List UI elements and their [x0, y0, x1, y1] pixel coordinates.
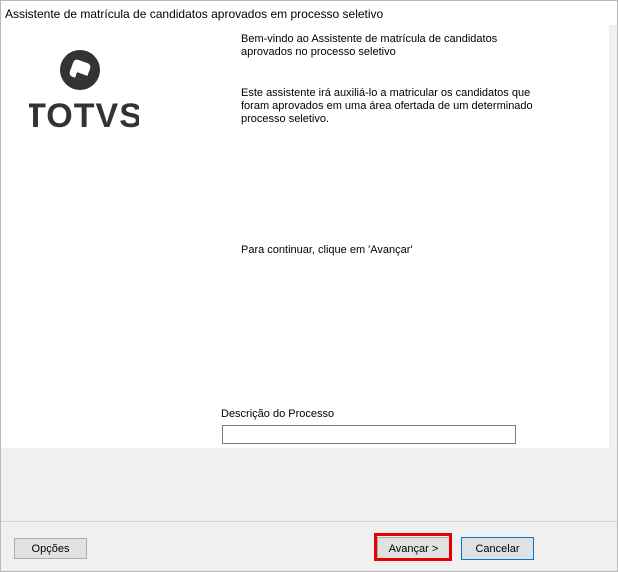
cancel-button[interactable]: Cancelar	[461, 537, 534, 560]
title-bar: Assistente de matrícula de candidatos ap…	[1, 1, 617, 25]
process-description-label: Descrição do Processo	[221, 408, 335, 420]
options-button[interactable]: Opções	[14, 538, 87, 559]
continue-instruction: Para continuar, clique em 'Avançar'	[241, 244, 413, 256]
welcome-description: Este assistente irá auxiliá-lo a matricu…	[241, 87, 561, 126]
totvs-logo-icon: TOTVS	[29, 50, 139, 133]
welcome-description-line-1: Este assistente irá auxiliá-lo a matricu…	[241, 87, 531, 99]
footer-divider	[1, 521, 617, 522]
window-title: Assistente de matrícula de candidatos ap…	[5, 7, 384, 21]
logo-text: TOTVS	[29, 97, 139, 133]
next-button[interactable]: Avançar >	[377, 537, 450, 560]
welcome-description-line-3: processo seletivo.	[241, 113, 330, 125]
welcome-heading-line-2: aprovados no processo seletivo	[241, 46, 396, 58]
welcome-description-line-2: foram aprovados em uma área ofertada de …	[241, 100, 533, 112]
welcome-heading-line-1: Bem-vindo ao Assistente de matrícula de …	[241, 33, 498, 45]
wizard-window: Assistente de matrícula de candidatos ap…	[0, 0, 618, 572]
totvs-logo: TOTVS	[29, 43, 139, 133]
welcome-heading: Bem-vindo ao Assistente de matrícula de …	[241, 33, 561, 59]
process-description-input[interactable]	[222, 425, 516, 444]
wizard-content-panel: TOTVS Bem-vindo ao Assistente de matrícu…	[1, 25, 609, 448]
